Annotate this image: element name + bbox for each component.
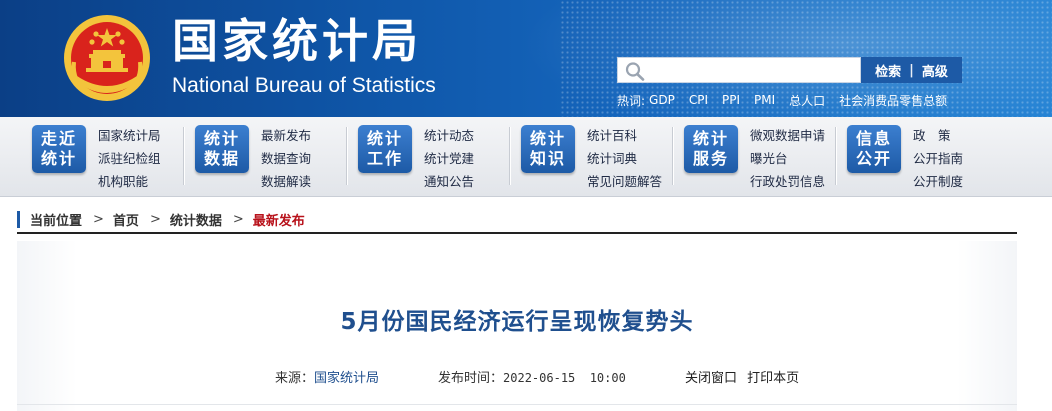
nav-link[interactable]: 曝光台	[750, 147, 825, 170]
nav-link[interactable]: 行政处罚信息	[750, 170, 825, 193]
breadcrumb-label: 当前位置	[30, 213, 83, 229]
nav-badge-line: 统计	[40, 149, 77, 168]
nav-links-knowledge: 统计百科 统计词典 常见问题解答	[587, 124, 662, 193]
nav-divider	[346, 127, 347, 185]
nav-badge-line: 工作	[366, 149, 403, 168]
nav-badge-knowledge[interactable]: 统计 知识	[521, 125, 575, 173]
nav-link[interactable]: 公开制度	[913, 170, 963, 193]
nav-divider	[509, 127, 510, 185]
nav-divider	[183, 127, 184, 185]
hot-word-ppi[interactable]: PPI	[722, 93, 740, 107]
breadcrumb-accent-bar	[17, 210, 20, 228]
site-header: 国家统计局 National Bureau of Statistics 检索 |…	[0, 0, 1052, 117]
nav-badge-line: 走近	[40, 129, 77, 148]
hot-word-cpi[interactable]: CPI	[689, 93, 708, 107]
nav-links-disclosure: 政 策 公开指南 公开制度	[913, 124, 963, 193]
nav-link[interactable]: 机构职能	[98, 170, 161, 193]
publish-time-value: 2022-06-15 10:00	[503, 371, 626, 385]
article-actions: 关闭窗口 打印本页	[685, 367, 805, 386]
search-input[interactable]	[617, 57, 861, 83]
advanced-search-button[interactable]: 高级	[922, 61, 948, 80]
breadcrumb-current[interactable]: 最新发布	[253, 210, 305, 229]
nav-badge-line: 统计	[529, 129, 566, 148]
hot-words: 热词: GDP CPI PPI PMI 总人口 社会消费品零售总额	[617, 91, 961, 109]
source-label: 来源：	[275, 371, 315, 386]
search-button[interactable]: 检索	[875, 61, 901, 80]
print-page-button[interactable]: 打印本页	[747, 371, 799, 386]
article-source: 来源：国家统计局	[275, 367, 379, 386]
nav-divider	[835, 127, 836, 185]
source-value: 国家统计局	[314, 371, 380, 386]
nav-link[interactable]: 统计百科	[587, 124, 662, 147]
nav-badge-line: 数据	[203, 149, 240, 168]
nav-badge-line: 服务	[692, 149, 729, 168]
article-divider	[17, 404, 1017, 405]
nav-links-about: 国家统计局 派驻纪检组 机构职能	[98, 124, 161, 193]
hot-word-population[interactable]: 总人口	[789, 92, 825, 109]
nav-link[interactable]: 数据解读	[261, 170, 311, 193]
hot-word-retail-sales[interactable]: 社会消费品零售总额	[839, 92, 947, 109]
nav-link[interactable]: 统计动态	[424, 124, 474, 147]
article-title: 5月份国民经济运行呈现恢复势头	[340, 309, 694, 335]
nav-badge-line: 统计	[203, 129, 240, 148]
site-title: 国家统计局	[172, 14, 422, 68]
nav-links-service: 微观数据申请 曝光台 行政处罚信息	[750, 124, 825, 193]
nav-badge-work[interactable]: 统计 工作	[358, 125, 412, 173]
breadcrumb-arrow: >	[93, 211, 104, 227]
article-panel: 5月份国民经济运行呈现恢复势头 来源：国家统计局 发布时间：2022-06-15…	[17, 241, 1017, 411]
publish-time-label: 发布时间：	[438, 371, 504, 386]
main-navigation: 走近 统计 国家统计局 派驻纪检组 机构职能 统计 数据 最新发布 数据查询 数…	[0, 117, 1052, 197]
hot-words-label: 热词:	[617, 93, 646, 108]
nav-link[interactable]: 统计词典	[587, 147, 662, 170]
article-publish-time: 发布时间：2022-06-15 10:00	[438, 367, 626, 386]
nav-badge-line: 信息	[855, 129, 892, 148]
breadcrumb-arrow: >	[232, 211, 244, 227]
nav-link[interactable]: 公开指南	[913, 147, 963, 170]
nav-link[interactable]: 统计党建	[424, 147, 474, 170]
breadcrumb-home[interactable]: 首页	[113, 210, 139, 229]
nav-links-work: 统计动态 统计党建 通知公告	[424, 124, 474, 193]
nav-badge-data[interactable]: 统计 数据	[195, 125, 249, 173]
nav-badge-disclosure[interactable]: 信息 公开	[847, 125, 901, 173]
national-emblem-icon[interactable]	[62, 12, 152, 104]
nav-link[interactable]: 微观数据申请	[750, 124, 825, 147]
nav-badge-line: 公开	[855, 149, 892, 168]
search-button-group: 检索 | 高级	[861, 57, 962, 83]
nav-link[interactable]: 派驻纪检组	[98, 147, 161, 170]
close-window-button[interactable]: 关闭窗口	[685, 371, 737, 386]
nav-badge-line: 知识	[529, 149, 566, 168]
nav-badge-service[interactable]: 统计 服务	[684, 125, 738, 173]
nav-links-data: 最新发布 数据查询 数据解读	[261, 124, 311, 193]
breadcrumb: 当前位置 > 首页 > 统计数据 > 最新发布	[17, 208, 305, 230]
hot-word-gdp[interactable]: GDP	[649, 93, 675, 107]
breadcrumb-arrow: >	[149, 211, 161, 227]
nav-link[interactable]: 政 策	[913, 124, 963, 147]
nav-link[interactable]: 常见问题解答	[587, 170, 662, 193]
breadcrumb-divider	[17, 232, 1017, 234]
nav-badge-line: 统计	[692, 129, 729, 148]
nav-link[interactable]: 最新发布	[261, 124, 311, 147]
nav-badge-line: 统计	[366, 129, 403, 148]
nav-link[interactable]: 国家统计局	[98, 124, 161, 147]
nav-link[interactable]: 数据查询	[261, 147, 311, 170]
breadcrumb-statistics[interactable]: 统计数据	[170, 210, 222, 229]
search-separator: |	[909, 62, 914, 78]
nav-link[interactable]: 通知公告	[424, 170, 474, 193]
nav-divider	[672, 127, 673, 185]
site-title-english: National Bureau of Statistics	[172, 74, 436, 97]
search-icon	[625, 62, 645, 81]
nav-badge-about[interactable]: 走近 统计	[32, 125, 86, 173]
hot-word-pmi[interactable]: PMI	[754, 93, 775, 107]
